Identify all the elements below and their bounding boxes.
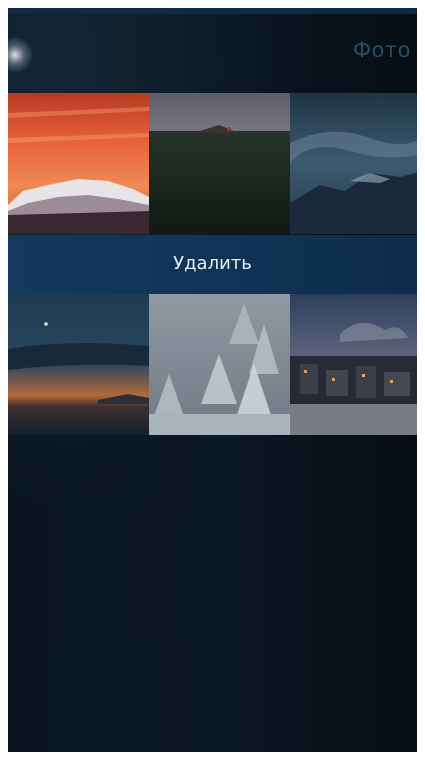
- photo-thumbnail[interactable]: [290, 294, 417, 435]
- photo-thumbnail[interactable]: [149, 93, 290, 234]
- photo-thumbnail[interactable]: [149, 294, 290, 435]
- photo-thumbnail[interactable]: [290, 93, 417, 234]
- photo-thumbnail[interactable]: [8, 93, 149, 234]
- status-bar: [8, 8, 417, 14]
- app-screen: Фото Удалить: [8, 8, 417, 752]
- photo-thumbnail[interactable]: [8, 294, 149, 435]
- delete-menu-item[interactable]: Удалить: [8, 235, 417, 295]
- pulley-menu-indicator[interactable]: [8, 35, 32, 75]
- photo-grid-row: [8, 294, 417, 435]
- page-title: Фото: [352, 38, 411, 62]
- photo-grid-row: [8, 93, 417, 234]
- delete-label: Удалить: [173, 253, 252, 274]
